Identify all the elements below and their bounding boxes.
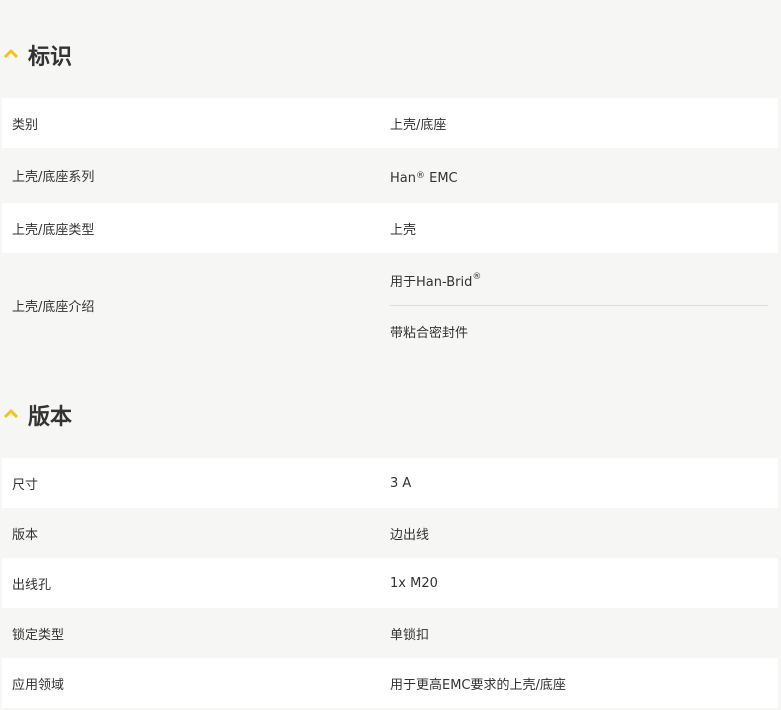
row-label: 尺寸 bbox=[12, 477, 39, 493]
table-row: 出线孔 1x M20 bbox=[2, 558, 778, 608]
row-label: 上壳/底座类型 bbox=[12, 222, 95, 238]
row-value: 上壳 bbox=[390, 222, 417, 238]
row-value: Han ® EMC bbox=[390, 170, 458, 186]
product-spec-page: 标识 类别 上壳/底座 上壳/底座系列 Han ® EMC 上壳/底座类型 上壳 … bbox=[0, 0, 781, 710]
table-row: 尺寸 3 A bbox=[2, 458, 778, 508]
row-label: 类别 bbox=[12, 117, 39, 133]
row-value-cell: 3 A bbox=[390, 458, 778, 508]
row-value-cell: 上壳 bbox=[390, 203, 778, 253]
table-row: 上壳/底座介绍 用于Han-Brid ® 带粘合密封件 bbox=[2, 253, 778, 358]
row-value: 用于Han-Brid ® bbox=[390, 272, 482, 290]
section-title: 标识 bbox=[28, 45, 73, 70]
spec-table-version: 尺寸 3 A 版本 边出线 出线孔 1x M20 锁定类型 单锁扣 应用领域 用… bbox=[2, 458, 778, 708]
row-label: 上壳/底座介绍 bbox=[12, 300, 95, 315]
chevron-up-icon[interactable] bbox=[3, 46, 19, 62]
row-value: 带粘合密封件 bbox=[390, 305, 768, 356]
spec-table-identification: 类别 上壳/底座 上壳/底座系列 Han ® EMC 上壳/底座类型 上壳 上壳/… bbox=[2, 98, 778, 358]
row-label: 应用领域 bbox=[12, 677, 65, 693]
row-value: 1x M20 bbox=[390, 575, 438, 591]
section-title: 版本 bbox=[28, 405, 73, 430]
table-row: 版本 边出线 bbox=[2, 508, 778, 558]
row-value: 3 A bbox=[390, 475, 412, 491]
row-value-cell: 单锁扣 bbox=[390, 608, 778, 658]
row-label: 上壳/底座系列 bbox=[12, 170, 95, 185]
row-value-cell: 用于Han-Brid ® 带粘合密封件 bbox=[390, 253, 778, 358]
row-value-cell: 上壳/底座 bbox=[390, 98, 778, 148]
row-value: 上壳/底座 bbox=[390, 117, 447, 133]
row-label: 出线孔 bbox=[12, 577, 52, 593]
row-value-cell: 边出线 bbox=[390, 508, 778, 558]
row-value: 边出线 bbox=[390, 527, 430, 543]
table-row: 上壳/底座系列 Han ® EMC bbox=[2, 148, 778, 203]
row-value: 单锁扣 bbox=[390, 627, 430, 643]
row-value-cell: 用于更高EMC要求的上壳/底座 bbox=[390, 658, 778, 708]
row-value-cell: Han ® EMC bbox=[390, 148, 778, 203]
row-value-cell: 1x M20 bbox=[390, 558, 778, 608]
row-label: 版本 bbox=[12, 527, 39, 543]
table-row: 类别 上壳/底座 bbox=[2, 98, 778, 148]
chevron-up-icon[interactable] bbox=[3, 406, 19, 422]
table-row: 锁定类型 单锁扣 bbox=[2, 608, 778, 658]
table-row: 上壳/底座类型 上壳 bbox=[2, 203, 778, 253]
row-label: 锁定类型 bbox=[12, 627, 65, 643]
table-row: 应用领域 用于更高EMC要求的上壳/底座 bbox=[2, 658, 778, 708]
value-text: Han bbox=[390, 171, 416, 186]
value-text: 用于Han-Brid bbox=[390, 274, 473, 290]
value-suffix: EMC bbox=[424, 171, 458, 186]
row-value: 用于更高EMC要求的上壳/底座 bbox=[390, 677, 566, 693]
